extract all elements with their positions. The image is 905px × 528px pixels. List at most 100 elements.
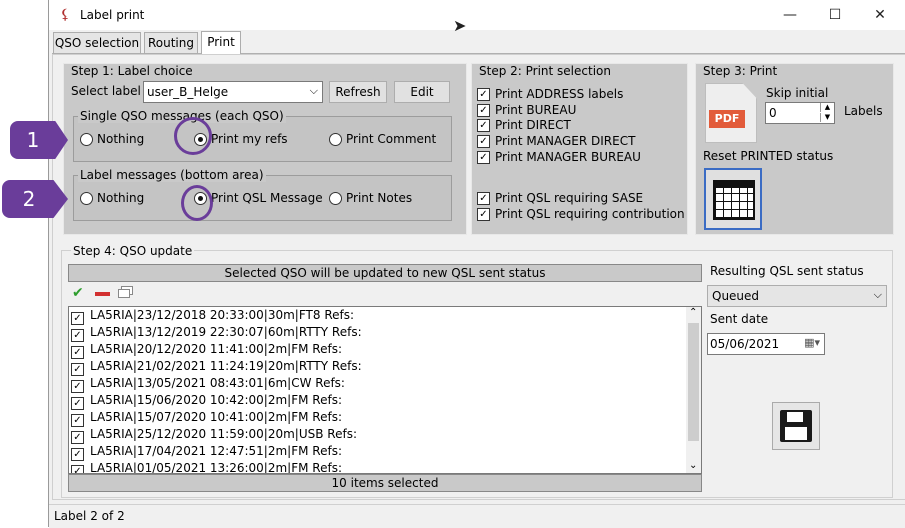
- chevron-down-icon: ⌵: [873, 288, 882, 301]
- tab-qso-selection[interactable]: QSO selection: [53, 32, 141, 54]
- spin-up-icon[interactable]: ▲: [820, 103, 834, 112]
- print-contribution-checkbox[interactable]: ✓: [477, 208, 490, 221]
- list-item[interactable]: ✓ LA5RIA|17/04/2021 12:47:51|2m|FM Refs:: [69, 443, 685, 461]
- copy-icon[interactable]: [118, 289, 130, 298]
- list-item[interactable]: ✓ LA5RIA|01/05/2021 13:26:00|2m|FM Refs:: [69, 460, 685, 474]
- label-print-notes-radio[interactable]: [329, 192, 342, 205]
- step1-title: Step 1: Label choice: [71, 64, 193, 78]
- scroll-thumb[interactable]: [688, 323, 699, 441]
- check-all-icon[interactable]: ✔: [72, 285, 84, 301]
- tab-routing[interactable]: Routing: [144, 32, 198, 54]
- floppy-disk-icon: [780, 410, 812, 442]
- row-checkbox[interactable]: ✓: [71, 465, 84, 473]
- skip-initial-value: 0: [769, 106, 777, 120]
- update-banner: Selected QSO will be updated to new QSL …: [68, 264, 702, 282]
- single-print-comment-radio[interactable]: [329, 133, 342, 146]
- list-item[interactable]: ✓ LA5RIA|20/12/2020 11:41:00|2m|FM Refs:: [69, 341, 685, 359]
- list-item-text: LA5RIA|25/12/2020 11:59:00|20m|USB Refs:: [90, 427, 357, 441]
- step4-title: Step 4: QSO update: [71, 244, 195, 258]
- pdf-icon-text: PDF: [709, 110, 745, 128]
- save-button[interactable]: [772, 402, 820, 450]
- window-title: Label print: [80, 8, 145, 22]
- maximize-button[interactable]: ☐: [817, 4, 853, 26]
- spin-down-icon[interactable]: ▼: [820, 113, 834, 122]
- scroll-down-icon[interactable]: ⌄: [689, 460, 697, 471]
- print-bureau-label: Print BUREAU: [495, 103, 577, 117]
- skip-initial-label: Skip initial: [766, 86, 829, 100]
- list-item[interactable]: ✓ LA5RIA|15/06/2020 10:42:00|2m|FM Refs:: [69, 392, 685, 410]
- print-manager-direct-label: Print MANAGER DIRECT: [495, 134, 636, 148]
- row-checkbox[interactable]: ✓: [71, 414, 84, 427]
- pdf-icon[interactable]: PDF: [705, 83, 757, 143]
- calendar-grid-icon: [713, 180, 755, 220]
- list-item[interactable]: ✓ LA5RIA|25/12/2020 11:59:00|20m|USB Refs…: [69, 426, 685, 444]
- reset-printed-label: Reset PRINTED status: [703, 149, 834, 163]
- close-button[interactable]: ✕: [862, 4, 898, 26]
- list-item-text: LA5RIA|13/12/2019 22:30:07|60m|RTTY Refs…: [90, 325, 362, 339]
- reset-printed-button[interactable]: [704, 168, 762, 230]
- list-item-text: LA5RIA|13/05/2021 08:43:01|6m|CW Refs:: [90, 376, 345, 390]
- label-counter-current: 2: [90, 509, 98, 523]
- print-sase-checkbox[interactable]: ✓: [477, 192, 490, 205]
- row-checkbox[interactable]: ✓: [71, 312, 84, 325]
- list-item[interactable]: ✓ LA5RIA|21/02/2021 11:24:19|20m|RTTY Ref…: [69, 358, 685, 376]
- print-sase-label: Print QSL requiring SASE: [495, 191, 644, 205]
- row-checkbox[interactable]: ✓: [71, 363, 84, 376]
- row-checkbox[interactable]: ✓: [71, 380, 84, 393]
- app-icon: ⚸: [60, 7, 71, 23]
- sent-date-picker[interactable]: 05/06/2021 ▦▾: [707, 333, 825, 355]
- label-select[interactable]: user_B_Helge ⌵: [143, 81, 323, 103]
- list-item-text: LA5RIA|15/07/2020 10:41:00|2m|FM Refs:: [90, 410, 342, 424]
- row-checkbox[interactable]: ✓: [71, 397, 84, 410]
- edit-button[interactable]: Edit: [394, 81, 450, 103]
- step2-title: Step 2: Print selection: [479, 64, 611, 78]
- step3-title: Step 3: Print: [703, 64, 778, 78]
- print-manager-direct-checkbox[interactable]: ✓: [477, 135, 490, 148]
- sent-date-label: Sent date: [710, 312, 769, 326]
- annotation-2-text: 2: [22, 187, 36, 211]
- label-counter: Label 2 of 2: [54, 509, 125, 523]
- row-checkbox[interactable]: ✓: [71, 329, 84, 342]
- print-direct-checkbox[interactable]: ✓: [477, 119, 490, 132]
- select-label-caption: Select label: [71, 84, 141, 98]
- single-nothing-label: Nothing: [97, 132, 145, 146]
- label-nothing-radio[interactable]: [80, 192, 93, 205]
- single-print-comment-label: Print Comment: [346, 132, 437, 146]
- calendar-icon[interactable]: ▦▾: [804, 336, 820, 349]
- print-bureau-checkbox[interactable]: ✓: [477, 104, 490, 117]
- list-item-text: LA5RIA|17/04/2021 12:47:51|2m|FM Refs:: [90, 444, 342, 458]
- single-print-my-refs-label: Print my refs: [211, 132, 288, 146]
- list-item[interactable]: ✓ LA5RIA|23/12/2018 20:33:00|30m|FT8 Refs…: [69, 307, 685, 325]
- list-item-text: LA5RIA|23/12/2018 20:33:00|30m|FT8 Refs:: [90, 308, 355, 322]
- refresh-button[interactable]: Refresh: [329, 81, 387, 103]
- label-print-notes-label: Print Notes: [346, 191, 413, 205]
- label-nothing-label: Nothing: [97, 191, 145, 205]
- annotation-1-text: 1: [26, 128, 40, 152]
- list-item[interactable]: ✓ LA5RIA|13/05/2021 08:43:01|6m|CW Refs:: [69, 375, 685, 393]
- highlight-circle-1: [174, 117, 212, 155]
- qso-list[interactable]: ✓ LA5RIA|23/12/2018 20:33:00|30m|FT8 Refs…: [68, 306, 702, 474]
- list-item[interactable]: ✓ LA5RIA|15/07/2020 10:41:00|2m|FM Refs:: [69, 409, 685, 427]
- list-item[interactable]: ✓ LA5RIA|13/12/2019 22:30:07|60m|RTTY Ref…: [69, 324, 685, 342]
- sent-date-value: 05/06/2021: [710, 337, 780, 351]
- row-checkbox[interactable]: ✓: [71, 346, 84, 359]
- tab-print[interactable]: Print: [201, 31, 241, 55]
- scroll-up-icon[interactable]: ⌃: [689, 307, 697, 318]
- row-checkbox[interactable]: ✓: [71, 448, 84, 461]
- status-bar: [49, 504, 905, 528]
- uncheck-all-icon[interactable]: [95, 292, 110, 296]
- print-manager-bureau-checkbox[interactable]: ✓: [477, 151, 490, 164]
- print-address-checkbox[interactable]: ✓: [477, 88, 490, 101]
- single-nothing-radio[interactable]: [80, 133, 93, 146]
- minimize-button[interactable]: —: [772, 4, 808, 26]
- row-checkbox[interactable]: ✓: [71, 431, 84, 444]
- print-address-label: Print ADDRESS labels: [495, 87, 624, 101]
- list-item-text: LA5RIA|01/05/2021 13:26:00|2m|FM Refs:: [90, 461, 342, 474]
- resulting-status-select[interactable]: Queued ⌵: [707, 285, 887, 307]
- resulting-status-value: Queued: [712, 289, 760, 303]
- list-item-text: LA5RIA|15/06/2020 10:42:00|2m|FM Refs:: [90, 393, 342, 407]
- resulting-status-label: Resulting QSL sent status: [710, 264, 864, 278]
- skip-initial-spinner[interactable]: 0 ▲ ▼: [765, 102, 835, 124]
- list-scrollbar[interactable]: ⌃ ⌄: [686, 307, 701, 473]
- label-counter-total: 2: [117, 509, 125, 523]
